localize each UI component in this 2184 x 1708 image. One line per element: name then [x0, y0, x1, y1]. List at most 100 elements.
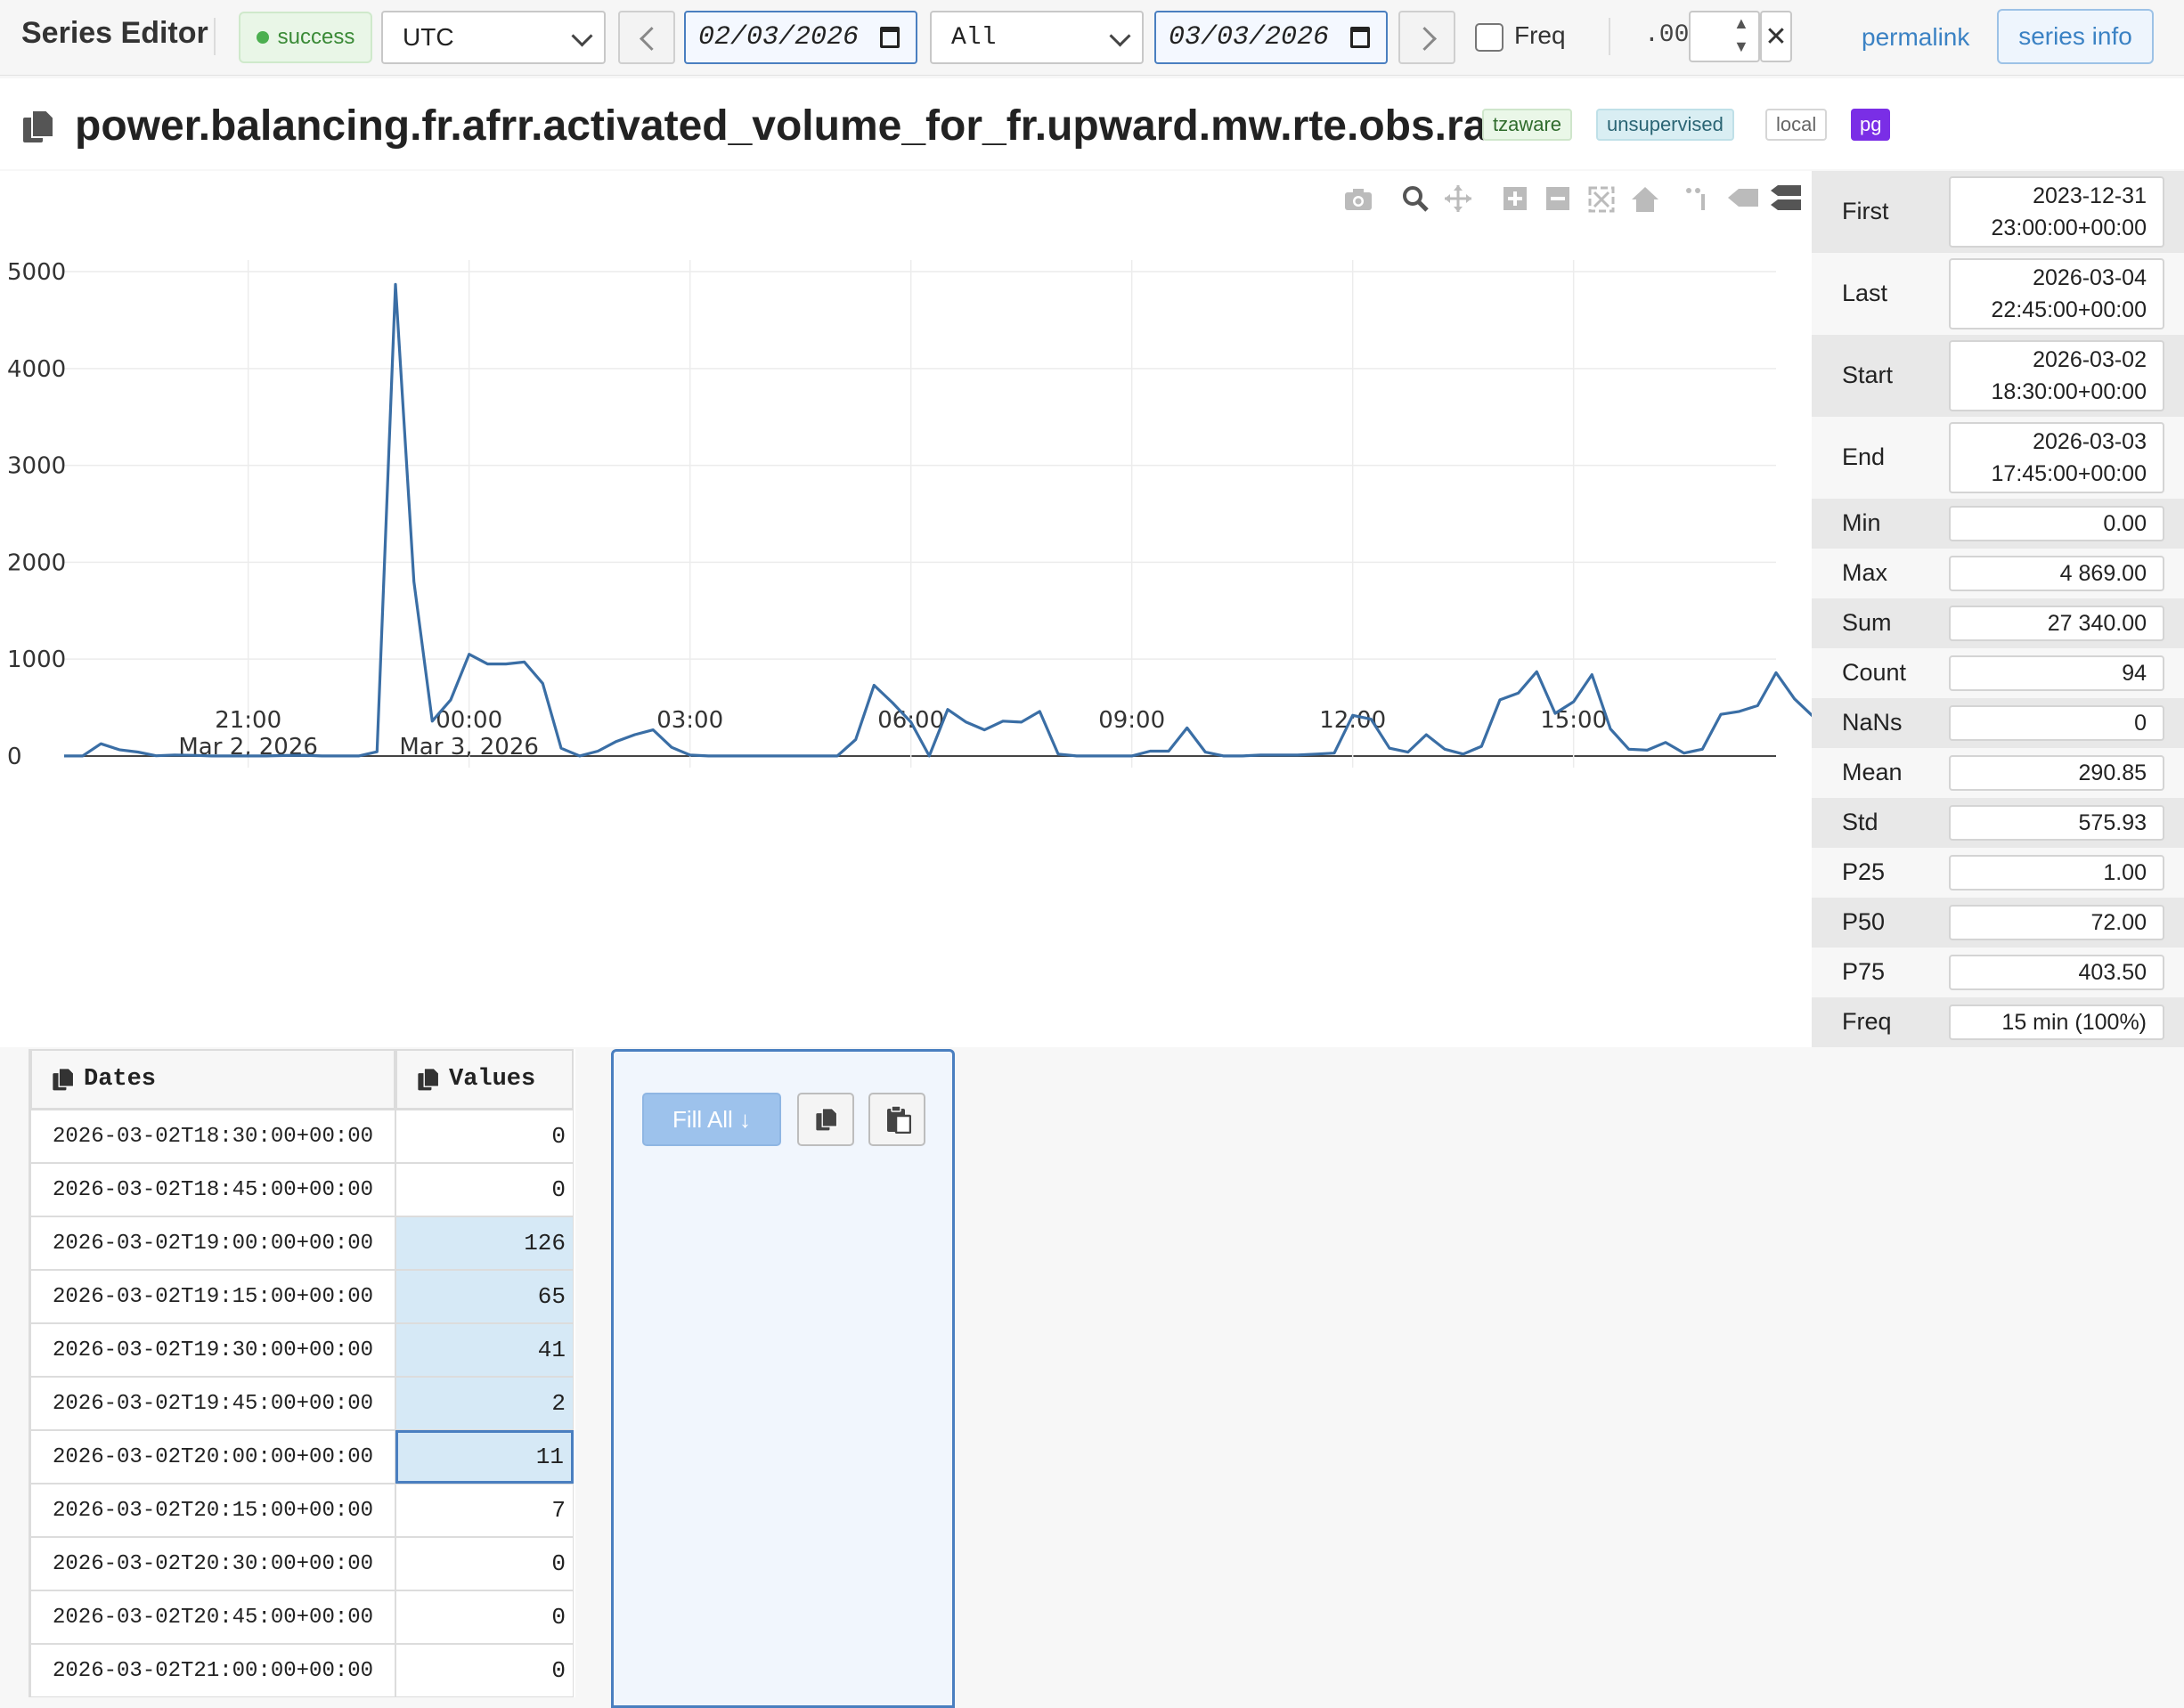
stat-value-line: 2023-12-31: [2033, 183, 2147, 208]
prev-range-button[interactable]: [618, 11, 675, 64]
paste-icon: [887, 1105, 911, 1134]
date-cell[interactable]: 2026-03-02T18:45:00+00:00: [30, 1163, 395, 1216]
dates-column-header[interactable]: Dates: [30, 1049, 395, 1110]
date-cell[interactable]: 2026-03-02T20:45:00+00:00: [30, 1590, 395, 1644]
stat-value[interactable]: 0.00: [1949, 506, 2164, 541]
stat-value[interactable]: 0: [1949, 705, 2164, 741]
value-cell[interactable]: 126: [395, 1216, 574, 1270]
value-cell[interactable]: 11: [395, 1430, 574, 1484]
table-row[interactable]: 2026-03-02T20:30:00+00:00 0: [30, 1537, 574, 1590]
stat-value[interactable]: 15 min (100%): [1949, 1004, 2164, 1040]
value-cell[interactable]: 41: [395, 1323, 574, 1377]
stepper-up-icon[interactable]: ▲: [1733, 14, 1749, 33]
stat-value-line: 22:45:00+00:00: [1991, 297, 2147, 322]
stat-value[interactable]: 403.50: [1949, 955, 2164, 990]
stat-value-line: 2026-03-03: [2033, 429, 2147, 454]
chevron-left-icon: [640, 27, 664, 51]
value-cell[interactable]: 0: [395, 1537, 574, 1590]
stat-label: P75: [1842, 958, 1886, 985]
calendar-icon: [1350, 27, 1370, 48]
freq-checkbox[interactable]: [1475, 23, 1504, 52]
date-cell[interactable]: 2026-03-02T20:00:00+00:00: [30, 1430, 395, 1484]
next-range-button[interactable]: [1398, 11, 1455, 64]
stat-row-freq: Freq 15 min (100%): [1812, 997, 2184, 1047]
value-cell[interactable]: 0: [395, 1110, 574, 1163]
stat-value-line: 23:00:00+00:00: [1991, 216, 2147, 240]
date-cell[interactable]: 2026-03-02T19:45:00+00:00: [30, 1377, 395, 1430]
tag-pg: pg: [1851, 109, 1891, 141]
table-row[interactable]: 2026-03-02T20:45:00+00:00 0: [30, 1590, 574, 1644]
value-cell[interactable]: 2: [395, 1377, 574, 1430]
stat-value[interactable]: 94: [1949, 655, 2164, 691]
value-cell[interactable]: 65: [395, 1270, 574, 1323]
stat-value[interactable]: 4 869.00: [1949, 556, 2164, 591]
stat-label: P50: [1842, 908, 1886, 935]
table-row[interactable]: 2026-03-02T21:00:00+00:00 0: [30, 1644, 574, 1697]
value-cell[interactable]: 7: [395, 1484, 574, 1537]
stat-value[interactable]: 72.00: [1949, 905, 2164, 940]
divider: [1609, 18, 1610, 55]
fill-all-button[interactable]: Fill All ↓: [642, 1093, 781, 1146]
chart-area[interactable]: 0 1000 2000 3000 4000 5000 21:00 Mar 2, 2026 00…: [0, 171, 1812, 1047]
stat-value[interactable]: 1.00: [1949, 855, 2164, 891]
stat-value[interactable]: 2026-03-02 18:30:00+00:00: [1949, 340, 2164, 411]
table-row[interactable]: 2026-03-02T19:00:00+00:00 126: [30, 1216, 574, 1270]
stat-row-p25: P25 1.00: [1812, 848, 2184, 898]
value-cell[interactable]: 0: [395, 1590, 574, 1644]
copy-icon: [816, 1108, 838, 1131]
stat-value-line: 2026-03-02: [2033, 347, 2147, 372]
value-cell[interactable]: 0: [395, 1644, 574, 1697]
stat-value-line: 4 869.00: [2059, 561, 2147, 586]
stat-value[interactable]: 27 340.00: [1949, 606, 2164, 641]
stat-value[interactable]: 575.93: [1949, 805, 2164, 841]
stat-label: Sum: [1842, 609, 1892, 636]
mode-select[interactable]: All: [930, 11, 1144, 64]
table-row[interactable]: 2026-03-02T18:45:00+00:00 0: [30, 1163, 574, 1216]
date-cell[interactable]: 2026-03-02T21:00:00+00:00: [30, 1644, 395, 1697]
paste-button[interactable]: [868, 1093, 925, 1146]
table-row[interactable]: 2026-03-02T19:15:00+00:00 65: [30, 1270, 574, 1323]
table-row[interactable]: 2026-03-02T19:45:00+00:00 2: [30, 1377, 574, 1430]
stat-value[interactable]: 2026-03-03 17:45:00+00:00: [1949, 422, 2164, 493]
app-title: Series Editor: [21, 16, 208, 50]
tag-local: local: [1765, 109, 1828, 141]
stat-value[interactable]: 2023-12-31 23:00:00+00:00: [1949, 176, 2164, 248]
series-info-button[interactable]: series info: [1997, 9, 2154, 64]
date-cell[interactable]: 2026-03-02T19:00:00+00:00: [30, 1216, 395, 1270]
end-date-input[interactable]: 03/03/2026: [1154, 11, 1388, 64]
copy-icon[interactable]: [52, 1067, 75, 1092]
value-cell[interactable]: 0: [395, 1163, 574, 1216]
stat-label: Min: [1842, 509, 1881, 536]
date-cell[interactable]: 2026-03-02T19:15:00+00:00: [30, 1270, 395, 1323]
timeseries-chart[interactable]: 010002000300040005000 21:00Mar 2, 202600…: [0, 171, 1812, 1047]
stat-value[interactable]: 290.85: [1949, 755, 2164, 791]
table-row[interactable]: 2026-03-02T18:30:00+00:00 0: [30, 1110, 574, 1163]
timezone-select[interactable]: UTC: [381, 11, 606, 64]
copy-icon[interactable]: [417, 1067, 440, 1092]
start-date-input[interactable]: 02/03/2026: [684, 11, 917, 64]
date-cell[interactable]: 2026-03-02T20:30:00+00:00: [30, 1537, 395, 1590]
stat-value[interactable]: 2026-03-04 22:45:00+00:00: [1949, 258, 2164, 329]
data-grid[interactable]: Dates Values 2026-03-02T18:30:00+00:00 0 2…: [29, 1049, 575, 1697]
stat-value-line: 72.00: [2090, 910, 2147, 935]
date-cell[interactable]: 2026-03-02T18:30:00+00:00: [30, 1110, 395, 1163]
table-row[interactable]: 2026-03-02T20:00:00+00:00 11: [30, 1430, 574, 1484]
table-row[interactable]: 2026-03-02T20:15:00+00:00 7: [30, 1484, 574, 1537]
values-column-header[interactable]: Values: [395, 1049, 574, 1110]
stepper-down-icon[interactable]: ▼: [1733, 37, 1749, 56]
decimals-stepper[interactable]: ▲ ▼: [1689, 11, 1760, 62]
table-row[interactable]: 2026-03-02T19:30:00+00:00 41: [30, 1323, 574, 1377]
stat-label: P25: [1842, 858, 1886, 885]
end-date-value: 03/03/2026: [1169, 22, 1330, 53]
stat-label: Max: [1842, 559, 1888, 586]
stat-row-first: First 2023-12-31 23:00:00+00:00: [1812, 171, 2184, 253]
date-cell[interactable]: 2026-03-02T19:30:00+00:00: [30, 1323, 395, 1377]
date-cell[interactable]: 2026-03-02T20:15:00+00:00: [30, 1484, 395, 1537]
stat-label: Std: [1842, 809, 1878, 835]
permalink-link[interactable]: permalink: [1862, 23, 1969, 52]
clear-button[interactable]: ✕: [1760, 11, 1792, 62]
calendar-icon: [880, 27, 900, 48]
series-line: [64, 282, 1812, 758]
copy-button[interactable]: [797, 1093, 854, 1146]
copy-icon[interactable]: [21, 109, 55, 144]
